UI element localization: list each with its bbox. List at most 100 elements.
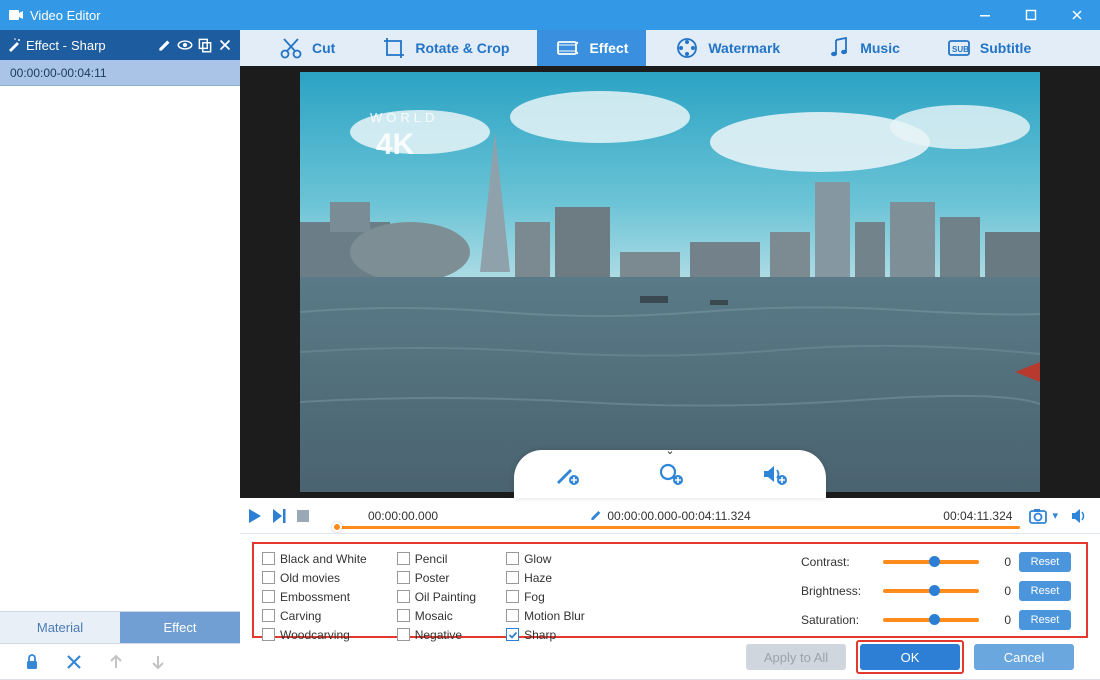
sidebar-tools: [0, 643, 240, 679]
effect-icon: [555, 35, 581, 61]
tool-watermark[interactable]: Watermark: [656, 30, 798, 66]
brightness-slider[interactable]: [883, 589, 979, 593]
video-frame: WORLD 4K: [300, 72, 1040, 492]
ok-button[interactable]: OK: [860, 644, 960, 670]
svg-text:SUB: SUB: [952, 45, 969, 54]
sliders: Contrast: 0 Reset Brightness: 0 Reset: [792, 548, 1078, 634]
tool-effect[interactable]: Effect: [537, 30, 646, 66]
checkbox[interactable]: [397, 552, 410, 565]
speaker-icon[interactable]: [1070, 507, 1088, 525]
tool-rotate-crop[interactable]: Rotate & Crop: [363, 30, 527, 66]
cancel-button[interactable]: Cancel: [974, 644, 1074, 670]
scissors-icon: [278, 35, 304, 61]
apply-all-button: Apply to All: [746, 644, 846, 670]
preview-controls-pill: ⌄: [514, 450, 826, 498]
volume-plus-icon[interactable]: [760, 460, 788, 488]
fx-col-1: Black and White Old movies Embossment Carvi…: [262, 548, 367, 645]
effects-box: Black and White Old movies Embossment Carvi…: [252, 542, 1088, 638]
fx-fog[interactable]: Fog: [506, 588, 585, 605]
slider-brightness: Brightness: 0 Reset: [801, 581, 1074, 601]
svg-text:WORLD: WORLD: [370, 110, 438, 125]
edit-icon[interactable]: [156, 36, 174, 54]
maximize-button[interactable]: [1008, 0, 1054, 30]
checkbox[interactable]: [397, 609, 410, 622]
delete-icon[interactable]: [64, 652, 84, 672]
fx-col-3: GlowHazeFogMotion BlurSharp: [506, 548, 585, 645]
slider-saturation: Saturation: 0 Reset: [801, 610, 1074, 630]
play-icon[interactable]: [246, 507, 264, 525]
slider-contrast: Contrast: 0 Reset: [801, 552, 1074, 572]
checkbox[interactable]: [262, 552, 275, 565]
checkbox[interactable]: [506, 571, 519, 584]
minimize-button[interactable]: [962, 0, 1008, 30]
fx-pencil[interactable]: Pencil: [397, 550, 476, 567]
fx-haze[interactable]: Haze: [506, 569, 585, 586]
svg-text:4K: 4K: [376, 128, 415, 161]
time-start: 00:00:00.000: [368, 509, 438, 523]
window-title: Video Editor: [30, 8, 962, 23]
checkbox[interactable]: [506, 609, 519, 622]
contrast-slider[interactable]: [883, 560, 979, 564]
fx-carving[interactable]: Carving: [262, 607, 367, 624]
checkbox[interactable]: [262, 590, 275, 603]
time-end: 00:04:11.324: [943, 509, 1012, 523]
subtitle-icon: SUB: [946, 35, 972, 61]
chevron-down-icon[interactable]: ⌄: [665, 444, 674, 457]
effect-header-name: Sharp: [71, 38, 106, 53]
move-down-icon: [148, 652, 168, 672]
sidebar: Effect - Sharp 00:00:00-00:04:11 Materia…: [0, 30, 240, 679]
fx-glow[interactable]: Glow: [506, 550, 585, 567]
copy-icon[interactable]: [196, 36, 214, 54]
clip-range[interactable]: 00:00:00-00:04:11: [0, 60, 240, 86]
saturation-reset-button[interactable]: Reset: [1019, 610, 1071, 630]
crop-icon: [381, 35, 407, 61]
top-toolbar: Cut Rotate & Crop Effect Watermark Music: [240, 30, 1100, 66]
reel-icon: [674, 35, 700, 61]
tab-material[interactable]: Material: [0, 611, 120, 643]
eye-icon[interactable]: [176, 36, 194, 54]
checkbox[interactable]: [506, 552, 519, 565]
checkbox[interactable]: [506, 590, 519, 603]
fx-old-movies[interactable]: Old movies: [262, 569, 367, 586]
fx-motion-blur[interactable]: Motion Blur: [506, 607, 585, 624]
saturation-slider[interactable]: [883, 618, 979, 622]
effect-header: Effect - Sharp: [0, 30, 240, 60]
footer-buttons: Apply to All OK Cancel: [252, 638, 1088, 676]
time-range: 00:00:00.000-00:04:11.324: [607, 509, 750, 523]
lock-icon[interactable]: [22, 652, 42, 672]
main-panel: Cut Rotate & Crop Effect Watermark Music: [240, 30, 1100, 679]
tab-effect[interactable]: Effect: [120, 611, 240, 643]
preview-area: WORLD 4K ⌄: [240, 66, 1100, 498]
effect-header-prefix: Effect -: [26, 38, 67, 53]
tool-music[interactable]: Music: [808, 30, 918, 66]
timeline-track[interactable]: [334, 524, 1020, 530]
stop-icon[interactable]: [294, 507, 312, 525]
fx-mosaic[interactable]: Mosaic: [397, 607, 476, 624]
snapshot-icon[interactable]: ▾: [1028, 507, 1058, 525]
app-icon: [8, 7, 24, 23]
fx-col-2: PencilPosterOil PaintingMosaicNegative: [397, 548, 476, 645]
fx-oil-painting[interactable]: Oil Painting: [397, 588, 476, 605]
fx-embossment[interactable]: Embossment: [262, 588, 367, 605]
pen-icon: [589, 507, 603, 524]
close-button[interactable]: [1054, 0, 1100, 30]
checkbox[interactable]: [262, 571, 275, 584]
checkbox[interactable]: [262, 609, 275, 622]
fx-poster[interactable]: Poster: [397, 569, 476, 586]
contrast-reset-button[interactable]: Reset: [1019, 552, 1071, 572]
titlebar: Video Editor: [0, 0, 1100, 30]
checkbox[interactable]: [397, 571, 410, 584]
zoom-plus-icon[interactable]: [656, 460, 684, 488]
video-thumbnail: WORLD 4K: [300, 72, 1040, 492]
tool-subtitle[interactable]: SUB Subtitle: [928, 30, 1049, 66]
timeline: 00:00:00.000 00:00:00.000-00:04:11.324 0…: [240, 498, 1100, 534]
step-icon[interactable]: [270, 507, 288, 525]
move-up-icon: [106, 652, 126, 672]
checkbox[interactable]: [397, 590, 410, 603]
remove-icon[interactable]: [216, 36, 234, 54]
brightness-reset-button[interactable]: Reset: [1019, 581, 1071, 601]
wand-plus-icon[interactable]: [552, 460, 580, 488]
fx-black-and-white[interactable]: Black and White: [262, 550, 367, 567]
wand-icon: [6, 37, 22, 53]
tool-cut[interactable]: Cut: [260, 30, 353, 66]
